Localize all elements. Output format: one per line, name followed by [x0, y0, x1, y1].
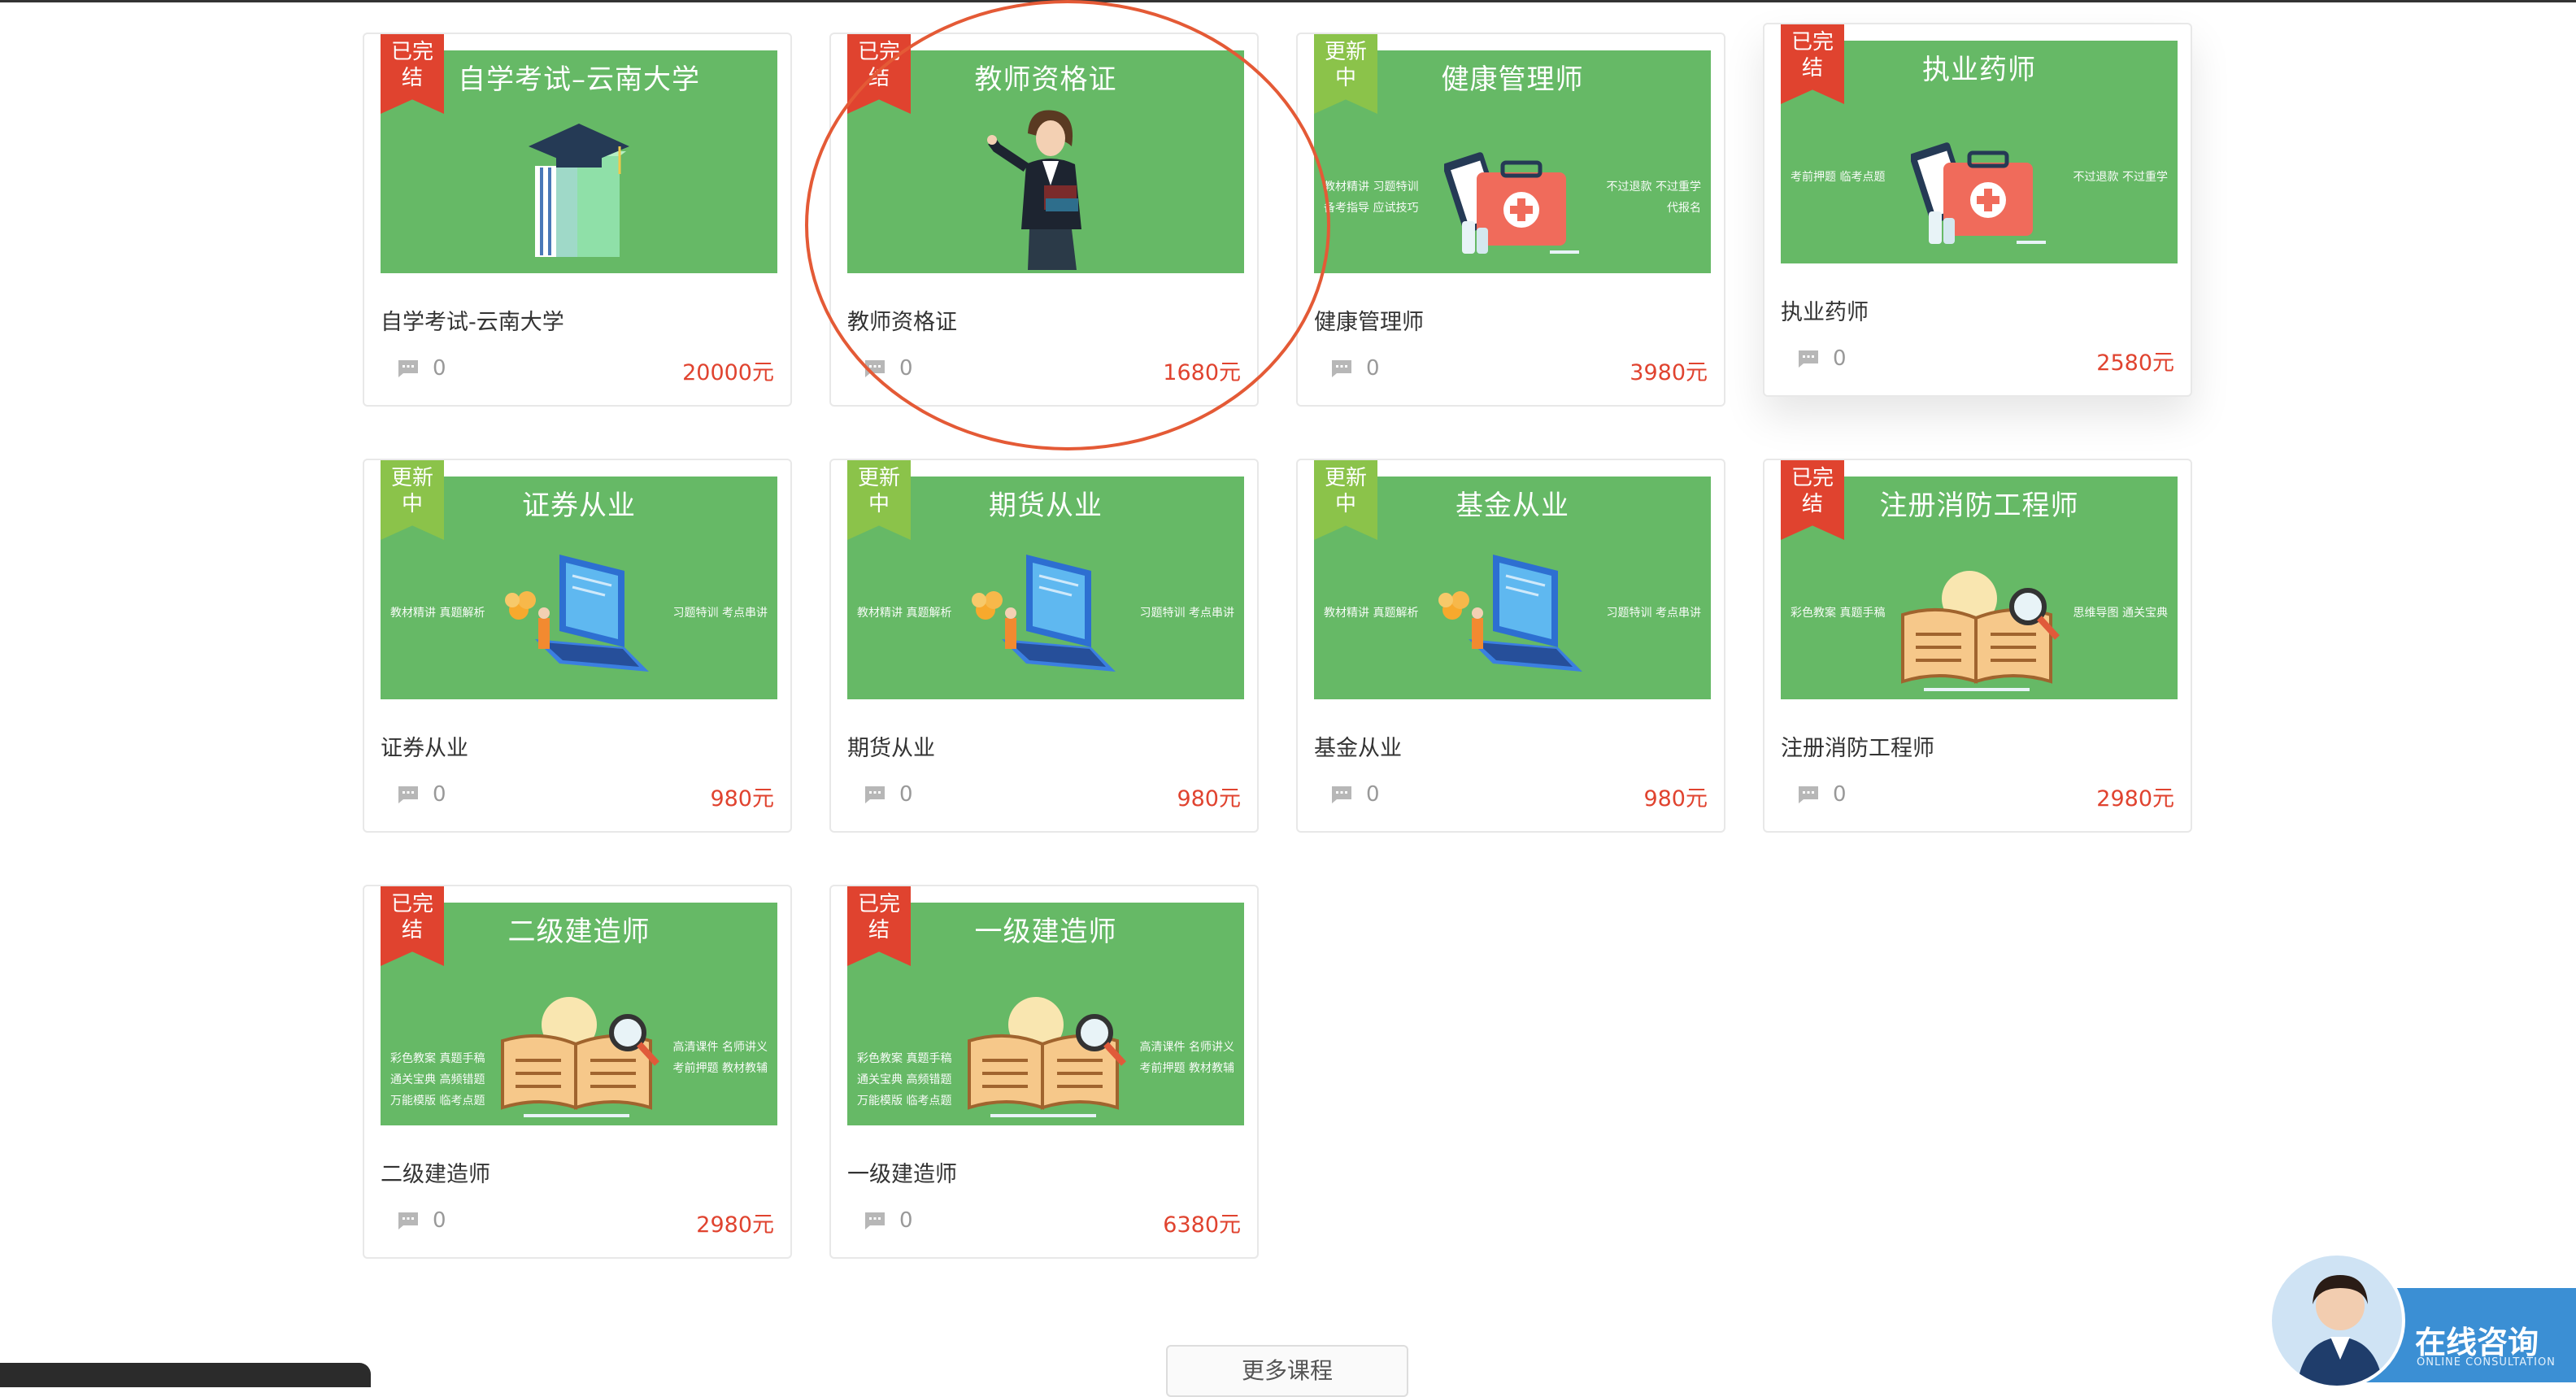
comment-count: 0	[899, 356, 913, 381]
course-price: 2980元	[2096, 786, 2174, 812]
status-bar	[0, 1363, 371, 1387]
comment-count: 0	[899, 782, 913, 807]
comment-meta: 0	[864, 356, 913, 381]
feature-text: 教材精讲 真题解析	[390, 607, 485, 620]
more-courses-button[interactable]: 更多课程	[1166, 1345, 1408, 1397]
consult-sublabel: ONLINE CONSULTATION	[2417, 1356, 2556, 1369]
course-card[interactable]: 更新 中 健康管理师 教材精讲 习题特训 备考指导 应试技巧 不过退款 不过重学 代报…	[1296, 33, 1725, 407]
course-price: 980元	[1177, 786, 1241, 812]
course-name[interactable]: 一级建造师	[847, 1156, 957, 1188]
course-price: 980元	[710, 786, 774, 812]
comment-icon	[398, 1212, 418, 1229]
comment-meta: 0	[397, 356, 446, 381]
feature-text: 教材精讲 真题解析	[857, 607, 952, 620]
comment-count: 0	[1366, 356, 1380, 381]
comment-meta: 0	[1330, 356, 1380, 381]
comment-icon	[1332, 786, 1351, 803]
course-price: 2580元	[2096, 350, 2174, 376]
comment-icon	[865, 786, 885, 803]
comment-meta: 0	[1797, 346, 1847, 371]
comment-icon	[1799, 786, 1818, 803]
comment-count: 0	[433, 782, 446, 807]
feature-text: 代报名	[1667, 202, 1701, 215]
course-name[interactable]: 证券从业	[381, 730, 468, 762]
feature-text: 万能模版 临考点题	[390, 1095, 485, 1108]
comment-meta: 0	[864, 782, 913, 807]
course-price: 1680元	[1163, 360, 1241, 385]
comment-count: 0	[1366, 782, 1380, 807]
course-price: 980元	[1643, 786, 1708, 812]
comment-icon	[865, 1212, 885, 1229]
feature-text: 考前押题 教材教辅	[1139, 1062, 1234, 1075]
feature-text: 习题特训 考点串讲	[672, 607, 768, 620]
course-card[interactable]: 已完 结 一级建造师 彩色教案 真题手稿 通关宝典 高频错题 万能模版 临考点题 高清…	[829, 885, 1259, 1259]
comment-meta: 0	[864, 1208, 913, 1233]
course-price: 20000元	[682, 360, 774, 385]
feature-text: 习题特训 考点串讲	[1139, 607, 1234, 620]
feature-text: 不过退款 不过重学	[1606, 181, 1701, 194]
comment-meta: 0	[397, 1208, 446, 1233]
feature-text: 万能模版 临考点题	[857, 1095, 952, 1108]
course-card[interactable]: 已完 结 执业药师 考前押题 临考点题 不过退款 不过重学 执业药师 0 258…	[1763, 23, 2192, 397]
course-card[interactable]: 更新 中 证券从业 教材精讲 真题解析 习题特训 考点串讲 证券从业 0 980…	[363, 459, 792, 833]
course-card[interactable]: 更新 中 期货从业 教材精讲 真题解析 习题特训 考点串讲 期货从业 0 980…	[829, 459, 1259, 833]
feature-text: 考前押题 教材教辅	[672, 1062, 768, 1075]
comment-count: 0	[1833, 346, 1847, 371]
course-name[interactable]: 二级建造师	[381, 1156, 490, 1188]
course-card[interactable]: 更新 中 基金从业 教材精讲 真题解析 习题特训 考点串讲 基金从业 0 980…	[1296, 459, 1725, 833]
course-card[interactable]: 已完 结 二级建造师 彩色教案 真题手稿 通关宝典 高频错题 万能模版 临考点题 高清…	[363, 885, 792, 1259]
comment-meta: 0	[1330, 782, 1380, 807]
course-price: 3980元	[1630, 360, 1708, 385]
comment-count: 0	[433, 356, 446, 381]
comment-meta: 0	[1797, 782, 1847, 807]
comment-count: 0	[433, 1208, 446, 1233]
course-name[interactable]: 注册消防工程师	[1781, 730, 1934, 762]
online-consult-widget[interactable]: 在线咨询 ONLINE CONSULTATION	[2269, 1252, 2576, 1389]
feature-text: 习题特训 考点串讲	[1606, 607, 1701, 620]
course-price: 6380元	[1163, 1212, 1241, 1238]
comment-count: 0	[1833, 782, 1847, 807]
course-name[interactable]: 执业药师	[1781, 294, 1869, 326]
comment-icon	[398, 786, 418, 803]
comment-icon	[1332, 360, 1351, 377]
course-name[interactable]: 自学考试-云南大学	[381, 304, 564, 336]
feature-text: 彩色教案 真题手稿	[857, 1052, 952, 1065]
consult-label: 在线咨询	[2415, 1325, 2539, 1360]
comment-count: 0	[899, 1208, 913, 1233]
feature-text: 彩色教案 真题手稿	[1791, 607, 1886, 620]
feature-text: 思维导图 通关宝典	[2073, 607, 2168, 620]
course-name[interactable]: 教师资格证	[847, 304, 957, 336]
agent-avatar	[2269, 1252, 2405, 1389]
feature-text: 高清课件 名师讲义	[1139, 1041, 1234, 1054]
course-name[interactable]: 期货从业	[847, 730, 935, 762]
feature-text: 考前押题 临考点题	[1791, 171, 1886, 184]
feature-text: 教材精讲 习题特训	[1324, 181, 1419, 194]
feature-text: 教材精讲 真题解析	[1324, 607, 1419, 620]
comment-icon	[398, 360, 418, 377]
course-name[interactable]: 基金从业	[1314, 730, 1402, 762]
feature-text: 通关宝典 高频错题	[857, 1073, 952, 1086]
feature-text: 彩色教案 真题手稿	[390, 1052, 485, 1065]
comment-icon	[865, 360, 885, 377]
feature-text: 高清课件 名师讲义	[672, 1041, 768, 1054]
comment-icon	[1799, 350, 1818, 368]
top-border	[0, 0, 2576, 2]
course-name[interactable]: 健康管理师	[1314, 304, 1424, 336]
comment-meta: 0	[397, 782, 446, 807]
course-card[interactable]: 已完 结 注册消防工程师 彩色教案 真题手稿思维导图 通关宝典 注册消防工程师	[1763, 459, 2192, 833]
feature-text: 通关宝典 高频错题	[390, 1073, 485, 1086]
course-card[interactable]: 已完 结 自学考试–云南大学 自学考试-云南大学 0 20000元	[363, 33, 792, 407]
course-card[interactable]: 已完 结 教师资格证 教师资格证 0 1680元	[829, 33, 1259, 407]
feature-text: 备考指导 应试技巧	[1324, 202, 1419, 215]
course-price: 2980元	[696, 1212, 774, 1238]
feature-text: 不过退款 不过重学	[2073, 171, 2168, 184]
